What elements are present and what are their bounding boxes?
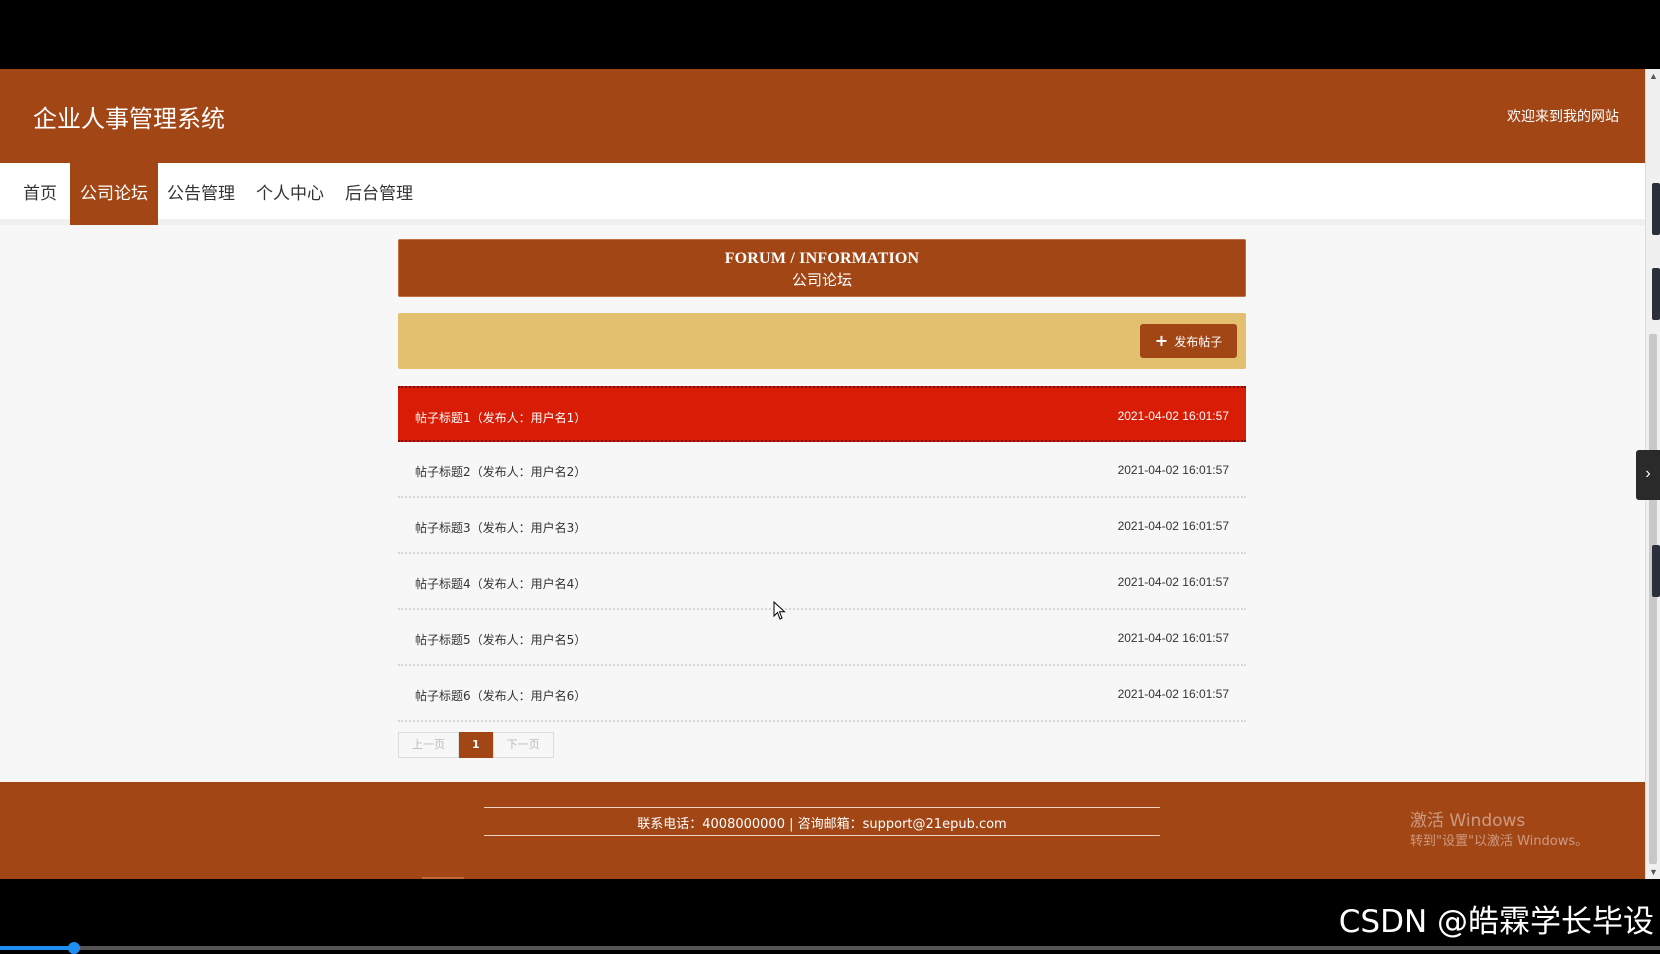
prev-page-button[interactable]: 上一页 xyxy=(398,732,459,758)
side-widget-tab[interactable] xyxy=(1652,268,1660,320)
progress-fill xyxy=(0,946,75,950)
post-row[interactable]: 帖子标题5（发布人：用户名5） 2021-04-02 16:01:57 xyxy=(398,610,1246,666)
nav-home[interactable]: 首页 xyxy=(13,163,67,225)
nav-personal-center[interactable]: 个人中心 xyxy=(246,163,334,225)
video-progress-bar[interactable] xyxy=(0,946,1660,950)
windows-activation-hint: 转到"设置"以激活 Windows。 xyxy=(1410,830,1588,849)
footer-divider-bottom xyxy=(484,835,1160,836)
forum-toolbar: + 发布帖子 xyxy=(398,313,1246,369)
footer-tab-marker xyxy=(422,877,464,879)
windows-activation-title: 激活 Windows xyxy=(1410,806,1525,831)
post-list: 帖子标题1（发布人：用户名1） 2021-04-02 16:01:57 帖子标题… xyxy=(398,386,1246,722)
footer-divider-top xyxy=(484,807,1160,808)
pagination: 上一页 1 下一页 xyxy=(398,732,554,758)
scrollbar-thumb[interactable] xyxy=(1649,334,1657,864)
nav-announcements[interactable]: 公告管理 xyxy=(157,163,245,225)
main-nav: 首页 公司论坛 公告管理 个人中心 后台管理 xyxy=(0,163,1645,225)
next-page-button[interactable]: 下一页 xyxy=(493,732,554,758)
browser-viewport: 企业人事管理系统 欢迎来到我的网站 首页 公司论坛 公告管理 个人中心 后台管理… xyxy=(0,69,1645,879)
banner-title-cn: 公司论坛 xyxy=(399,269,1245,290)
post-time: 2021-04-02 16:01:57 xyxy=(1118,519,1229,533)
post-title[interactable]: 帖子标题1（发布人：用户名1） xyxy=(415,409,586,426)
site-title[interactable]: 企业人事管理系统 xyxy=(33,99,225,134)
scroll-down-arrow-icon[interactable]: ▼ xyxy=(1649,867,1658,877)
post-title[interactable]: 帖子标题3（发布人：用户名3） xyxy=(415,519,586,536)
site-header: 企业人事管理系统 欢迎来到我的网站 xyxy=(0,69,1645,163)
welcome-text: 欢迎来到我的网站 xyxy=(1507,106,1619,126)
site-footer: 联系电话：4008000000 | 咨询邮箱：support@21epub.co… xyxy=(0,782,1645,879)
post-time: 2021-04-02 16:01:57 xyxy=(1118,463,1229,477)
post-title[interactable]: 帖子标题6（发布人：用户名6） xyxy=(415,687,586,704)
nav-admin[interactable]: 后台管理 xyxy=(335,163,423,225)
post-title[interactable]: 帖子标题2（发布人：用户名2） xyxy=(415,463,586,480)
csdn-watermark: CSDN @皓霖学长毕设 xyxy=(1339,896,1654,941)
nav-forum[interactable]: 公司论坛 xyxy=(70,163,158,225)
side-widget-tab[interactable] xyxy=(1652,545,1660,597)
post-row[interactable]: 帖子标题6（发布人：用户名6） 2021-04-02 16:01:57 xyxy=(398,666,1246,722)
banner-title-en: FORUM / INFORMATION xyxy=(399,250,1245,268)
post-title[interactable]: 帖子标题5（发布人：用户名5） xyxy=(415,631,586,648)
post-row[interactable]: 帖子标题2（发布人：用户名2） 2021-04-02 16:01:57 xyxy=(398,442,1246,498)
footer-contact: 联系电话：4008000000 | 咨询邮箱：support@21epub.co… xyxy=(484,813,1160,832)
post-time: 2021-04-02 16:01:57 xyxy=(1118,687,1229,701)
post-row[interactable]: 帖子标题1（发布人：用户名1） 2021-04-02 16:01:57 xyxy=(398,386,1246,442)
post-time: 2021-04-02 16:01:57 xyxy=(1118,575,1229,589)
plus-icon: + xyxy=(1155,333,1168,349)
mouse-cursor-icon xyxy=(773,601,787,621)
post-time: 2021-04-02 16:01:57 xyxy=(1118,631,1229,645)
side-widget-tab[interactable] xyxy=(1652,183,1660,235)
post-row[interactable]: 帖子标题3（发布人：用户名3） 2021-04-02 16:01:57 xyxy=(398,498,1246,554)
progress-knob[interactable] xyxy=(68,942,80,954)
scroll-up-arrow-icon[interactable]: ▲ xyxy=(1649,71,1658,81)
post-row[interactable]: 帖子标题4（发布人：用户名4） 2021-04-02 16:01:57 xyxy=(398,554,1246,610)
chevron-right-icon[interactable]: › xyxy=(1636,450,1660,500)
forum-banner: FORUM / INFORMATION 公司论坛 xyxy=(398,239,1246,297)
publish-post-button[interactable]: + 发布帖子 xyxy=(1140,324,1237,358)
page-1-button[interactable]: 1 xyxy=(459,732,493,758)
publish-post-label: 发布帖子 xyxy=(1174,333,1222,350)
post-time: 2021-04-02 16:01:57 xyxy=(1118,409,1229,423)
post-title[interactable]: 帖子标题4（发布人：用户名4） xyxy=(415,575,586,592)
